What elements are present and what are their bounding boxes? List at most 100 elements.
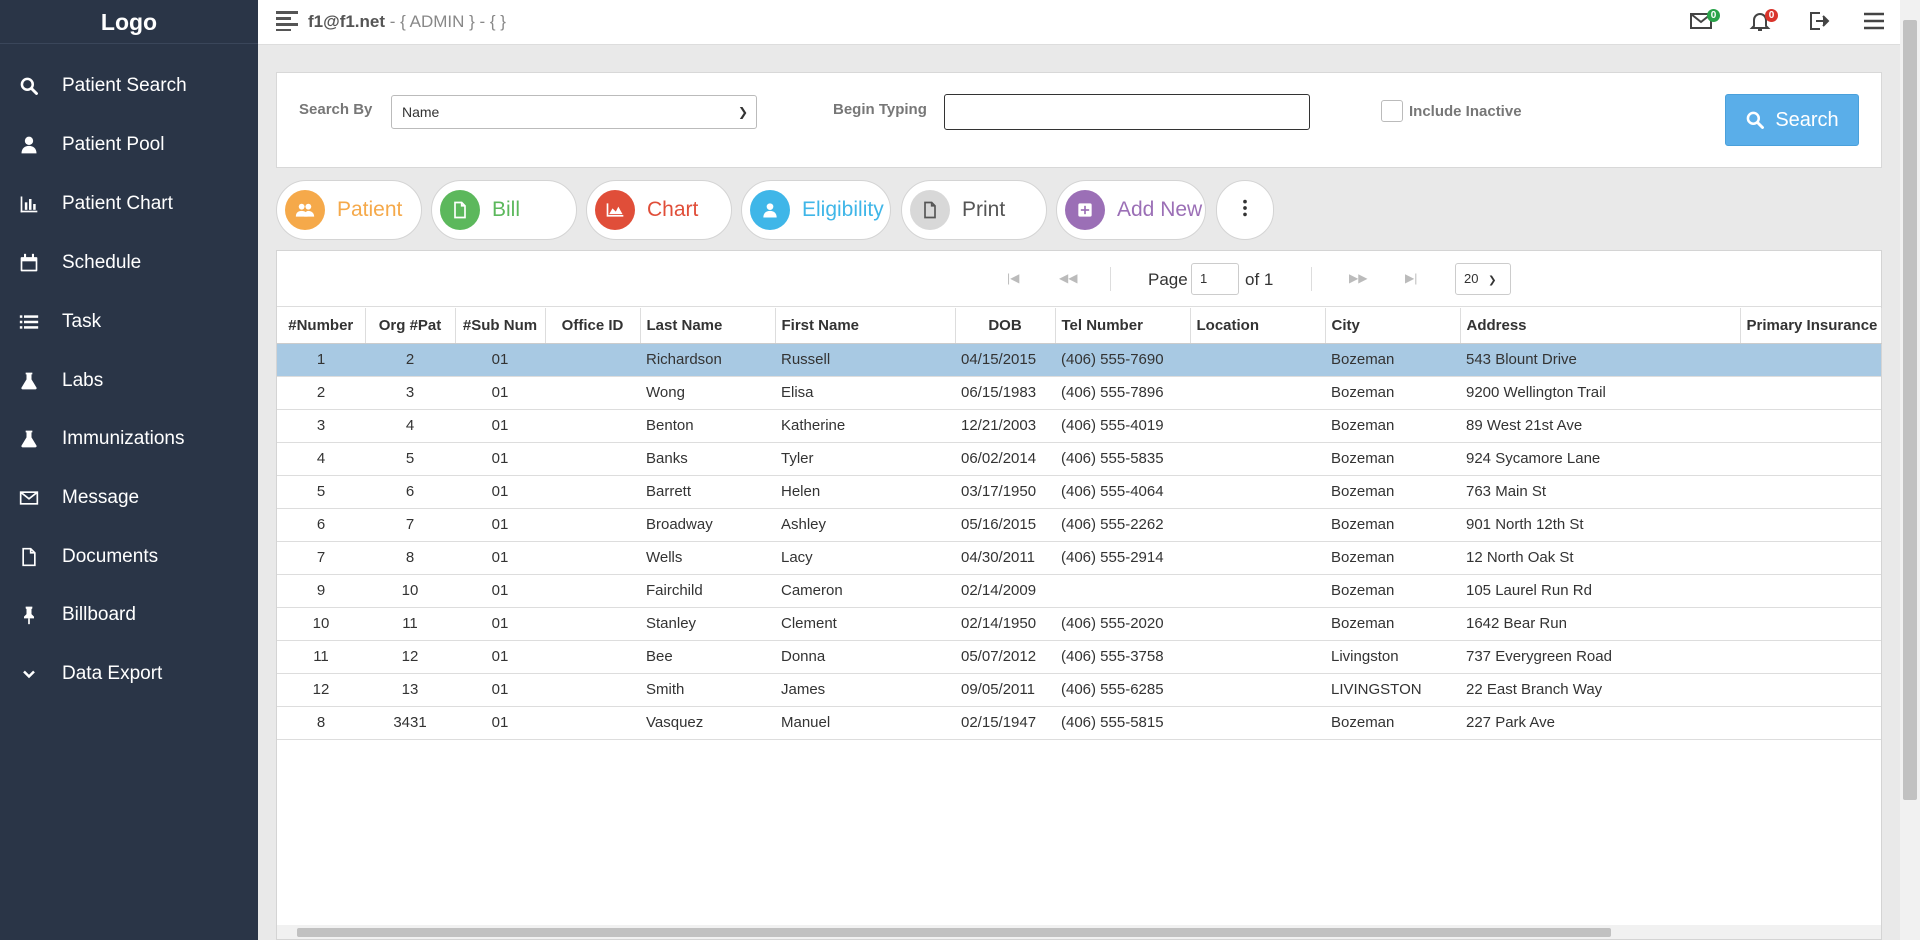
table-cell: 11 xyxy=(277,640,365,674)
column-header[interactable]: Last Name xyxy=(640,308,776,344)
column-header[interactable]: Location xyxy=(1190,308,1326,344)
table-row[interactable]: 3 4 01 Benton Katherine 12/21/2003 (406) 555-4… xyxy=(277,409,1881,443)
table-row[interactable]: 5 6 01 Barrett Helen 03/17/1950 (406) 555-4064… xyxy=(277,475,1881,509)
search-button-label: Search xyxy=(1775,108,1839,131)
table-cell xyxy=(1740,706,1881,740)
chart-button[interactable]: Chart xyxy=(586,180,732,240)
column-header[interactable]: Address xyxy=(1460,308,1741,344)
sidebar-item-patient-chart[interactable]: Patient Chart xyxy=(0,180,258,228)
table-cell: 7 xyxy=(277,541,365,575)
table-row[interactable]: 4 5 01 Banks Tyler 06/02/2014 (406) 555-5835 Bo… xyxy=(277,442,1881,476)
sidebar-item-data-export[interactable]: Data Export xyxy=(0,650,258,698)
table-row[interactable]: 1 2 01 Richardson Russell 04/15/2015 (406) 555… xyxy=(277,343,1881,377)
column-header[interactable]: Org #Pat xyxy=(365,308,456,344)
column-header[interactable]: #Sub Num xyxy=(455,308,546,344)
page-scrollbar-thumb[interactable] xyxy=(1903,20,1917,800)
document-icon xyxy=(440,190,480,230)
table-cell: 06/15/1983 xyxy=(955,376,1055,410)
table-cell: 8 xyxy=(365,541,455,575)
search-icon xyxy=(1746,111,1765,129)
table-cell xyxy=(1190,541,1325,575)
table-cell: Bozeman xyxy=(1325,541,1460,575)
sidebar-item-task[interactable]: Task xyxy=(0,298,258,346)
search-button[interactable]: Search xyxy=(1725,94,1859,146)
page-size-select[interactable]: 20 ❯ xyxy=(1455,263,1511,295)
table-row[interactable]: 11 12 01 Bee Donna 05/07/2012 (406) 555-3758 Li… xyxy=(277,640,1881,674)
sidebar-item-label: Patient Chart xyxy=(62,193,173,214)
table-cell: 06/02/2014 xyxy=(955,442,1055,476)
column-header[interactable]: City xyxy=(1325,308,1461,344)
table-cell xyxy=(1190,607,1325,641)
table-cell xyxy=(545,409,640,443)
search-input[interactable] xyxy=(944,94,1310,130)
more-options-button[interactable] xyxy=(1216,180,1274,240)
table-row[interactable]: 8 3431 01 Vasquez Manuel 02/15/1947 (406) 555-… xyxy=(277,706,1881,740)
table-row[interactable]: 9 10 01 Fairchild Cameron 02/14/2009 Bozeman 10… xyxy=(277,574,1881,608)
include-inactive-checkbox[interactable] xyxy=(1381,100,1403,122)
table-row[interactable]: 12 13 01 Smith James 09/05/2011 (406) 555-6285… xyxy=(277,673,1881,707)
mail-count-badge: 0 xyxy=(1707,9,1720,22)
sidebar-item-labs[interactable]: Labs xyxy=(0,357,258,405)
page-label: Page xyxy=(1148,270,1188,289)
table-cell: (406) 555-5835 xyxy=(1055,442,1190,476)
table-cell: Bozeman xyxy=(1325,475,1460,509)
table-cell: 02/14/1950 xyxy=(955,607,1055,641)
column-header[interactable]: Office ID xyxy=(545,308,641,344)
menu-lines-icon[interactable] xyxy=(276,11,298,31)
notifications-button[interactable]: 0 xyxy=(1748,9,1778,35)
horizontal-scrollbar-thumb[interactable] xyxy=(297,928,1611,937)
patient-button[interactable]: Patient xyxy=(276,180,422,240)
chevron-down-icon: ❯ xyxy=(1488,275,1497,286)
horizontal-scrollbar[interactable] xyxy=(277,925,1881,939)
sidebar-item-patient-pool[interactable]: Patient Pool xyxy=(0,121,258,169)
sidebar-item-schedule[interactable]: Schedule xyxy=(0,239,258,287)
table-cell xyxy=(545,508,640,542)
table-cell: (406) 555-5815 xyxy=(1055,706,1190,740)
sidebar-item-immunizations[interactable]: Immunizations xyxy=(0,415,258,463)
logout-button[interactable] xyxy=(1806,9,1834,35)
page-scrollbar[interactable] xyxy=(1900,0,1920,940)
print-button[interactable]: Print xyxy=(901,180,1047,240)
column-header[interactable]: Primary Insurance xyxy=(1740,308,1882,344)
first-page-icon[interactable]: |◀ xyxy=(1007,271,1019,285)
sidebar-item-documents[interactable]: Documents xyxy=(0,533,258,581)
eligibility-button[interactable]: Eligibility xyxy=(741,180,891,240)
bill-button[interactable]: Bill xyxy=(431,180,577,240)
table-row[interactable]: 2 3 01 Wong Elisa 06/15/1983 (406) 555-7896 Boz… xyxy=(277,376,1881,410)
table-cell: 02/14/2009 xyxy=(955,574,1055,608)
table-cell: 12 xyxy=(277,673,365,707)
table-cell: (406) 555-7896 xyxy=(1055,376,1190,410)
next-page-icon[interactable]: ▶▶ xyxy=(1349,271,1367,285)
mail-button[interactable]: 0 xyxy=(1690,9,1720,35)
table-cell: Manuel xyxy=(775,706,955,740)
column-header[interactable]: Tel Number xyxy=(1055,308,1191,344)
table-row[interactable]: 7 8 01 Wells Lacy 04/30/2011 (406) 555-2914 Boz… xyxy=(277,541,1881,575)
column-header[interactable]: #Number xyxy=(277,308,366,344)
vertical-dots-icon xyxy=(1234,197,1256,224)
table-row[interactable]: 10 11 01 Stanley Clement 02/14/1950 (406) 555-… xyxy=(277,607,1881,641)
top-bar: f1@f1.net - { ADMIN } - { } 0 0 xyxy=(258,0,1900,45)
last-page-icon[interactable]: ▶| xyxy=(1405,271,1417,285)
table-cell: 01 xyxy=(455,706,545,740)
hamburger-menu-button[interactable] xyxy=(1862,9,1890,35)
table-cell: 01 xyxy=(455,607,545,641)
sidebar-item-billboard[interactable]: Billboard xyxy=(0,591,258,639)
search-by-label: Search By xyxy=(299,101,373,118)
column-header[interactable]: DOB xyxy=(955,308,1056,344)
table-cell: Lacy xyxy=(775,541,955,575)
table-row[interactable]: 6 7 01 Broadway Ashley 05/16/2015 (406) 555-22… xyxy=(277,508,1881,542)
sidebar-item-patient-search[interactable]: Patient Search xyxy=(0,62,258,110)
pager-divider xyxy=(1110,267,1111,291)
table-cell: 01 xyxy=(455,673,545,707)
sidebar-item-label: Schedule xyxy=(62,252,142,273)
search-by-select[interactable]: Name ❯ xyxy=(391,95,757,129)
sidebar-item-label: Patient Search xyxy=(62,75,187,96)
add-new-button[interactable]: Add New xyxy=(1056,180,1206,240)
table-cell: 6 xyxy=(365,475,455,509)
table-cell: Richardson xyxy=(640,343,775,377)
column-header[interactable]: First Name xyxy=(775,308,956,344)
page-number-input[interactable]: 1 xyxy=(1191,263,1239,295)
prev-page-icon[interactable]: ◀◀ xyxy=(1059,271,1077,285)
table-cell: (406) 555-7690 xyxy=(1055,343,1190,377)
sidebar-item-message[interactable]: Message xyxy=(0,474,258,522)
